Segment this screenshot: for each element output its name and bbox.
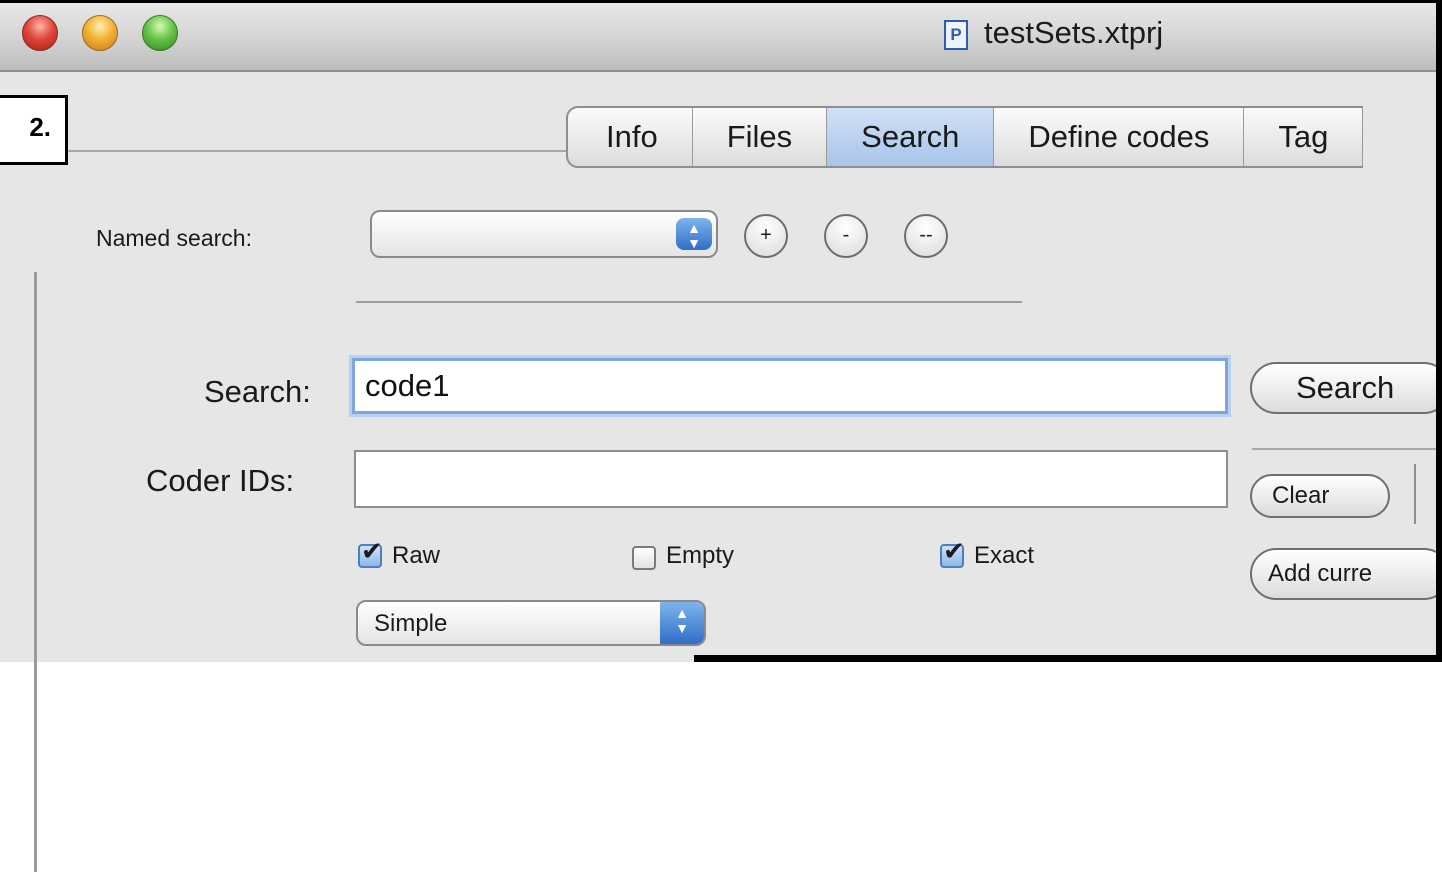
named-search-label: Named search:: [96, 225, 252, 251]
close-window-button[interactable]: [22, 15, 58, 51]
updown-arrows-icon: ▲ ▼: [676, 218, 712, 251]
minimize-window-button[interactable]: [82, 15, 118, 51]
empty-checkbox[interactable]: [632, 546, 656, 570]
main-content: Info Files Search Define codes Tag Named…: [0, 72, 1442, 872]
zoom-window-button[interactable]: [142, 15, 178, 51]
divider: [1414, 464, 1416, 524]
tab-define-codes[interactable]: Define codes: [994, 108, 1245, 166]
window-title: testSets.xtprj: [984, 15, 1164, 50]
tab-tag[interactable]: Tag: [1244, 108, 1364, 166]
divider: [356, 301, 1022, 303]
title-bar: P testSets.xtprj: [0, 0, 1442, 72]
callout-frame: [694, 655, 1442, 662]
callout-frame: [0, 0, 1442, 3]
coder-ids-input[interactable]: [354, 450, 1228, 508]
search-input[interactable]: code1: [352, 358, 1228, 414]
annotation-label: 2.: [0, 95, 68, 165]
divider: [1252, 448, 1442, 450]
raw-label: Raw: [392, 542, 441, 569]
search-mode-value: Simple: [374, 610, 448, 637]
exact-label: Exact: [974, 542, 1035, 569]
empty-label: Empty: [666, 542, 735, 569]
divider: [0, 150, 570, 152]
callout-frame: [1436, 0, 1442, 662]
exact-checkbox[interactable]: [940, 537, 965, 568]
tab-files[interactable]: Files: [693, 108, 828, 166]
tab-bar: Info Files Search Define codes Tag: [566, 106, 1364, 168]
tab-search[interactable]: Search: [827, 108, 995, 166]
tab-info[interactable]: Info: [568, 108, 693, 166]
panel-border: [34, 272, 37, 872]
remove-named-search-button[interactable]: -: [824, 214, 868, 258]
updown-arrows-icon: ▲ ▼: [660, 602, 704, 644]
search-label: Search:: [204, 374, 311, 409]
add-current-button[interactable]: Add curre: [1250, 548, 1442, 600]
remove-all-named-searches-button[interactable]: --: [904, 214, 948, 258]
search-button[interactable]: Search: [1250, 362, 1442, 414]
search-mode-popup[interactable]: Simple ▲ ▼: [356, 600, 706, 646]
app-window: P testSets.xtprj Info Files Search Defin…: [0, 0, 1442, 872]
add-named-search-button[interactable]: +: [744, 214, 788, 258]
raw-checkbox[interactable]: [358, 537, 383, 568]
clear-button[interactable]: Clear: [1250, 474, 1390, 518]
coder-ids-label: Coder IDs:: [146, 463, 295, 498]
named-search-popup[interactable]: ▲ ▼: [370, 210, 718, 258]
document-icon: P: [944, 20, 968, 50]
